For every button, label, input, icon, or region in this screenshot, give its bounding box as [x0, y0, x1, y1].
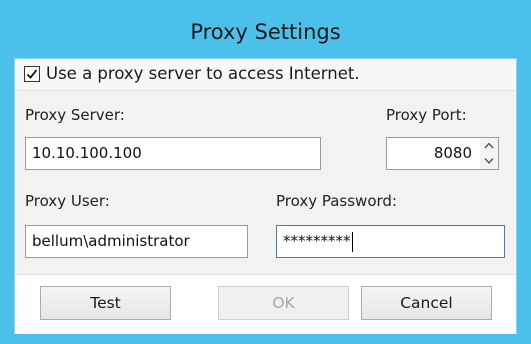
- proxy-port-label: Proxy Port:: [386, 106, 467, 124]
- use-proxy-row[interactable]: Use a proxy server to access Internet.: [15, 59, 516, 91]
- proxy-server-input[interactable]: 10.10.100.100: [25, 137, 321, 170]
- proxy-user-input[interactable]: bellum\administrator: [25, 225, 248, 258]
- chevron-up-icon: [484, 142, 494, 149]
- password-value: *********: [283, 232, 351, 250]
- dialog-title: Proxy Settings: [190, 20, 341, 44]
- proxy-settings-dialog: Proxy Settings Use a proxy server to acc…: [0, 0, 531, 344]
- proxy-server-label: Proxy Server:: [25, 106, 125, 124]
- proxy-password-input[interactable]: *********: [276, 225, 505, 258]
- chevron-down-icon: [484, 158, 494, 165]
- proxy-fields-panel: Proxy Server: 10.10.100.100 Proxy Port: …: [15, 91, 516, 274]
- spinner-up-button[interactable]: [480, 138, 498, 153]
- test-button[interactable]: Test: [40, 286, 171, 320]
- proxy-port-spinner: [480, 137, 499, 170]
- proxy-user-label: Proxy User:: [25, 192, 110, 210]
- dialog-content: Use a proxy server to access Internet. P…: [14, 58, 517, 334]
- use-proxy-label[interactable]: Use a proxy server to access Internet.: [46, 64, 360, 83]
- cancel-button[interactable]: Cancel: [361, 286, 492, 320]
- use-proxy-checkbox[interactable]: [24, 66, 40, 82]
- proxy-port-input[interactable]: 8080: [386, 137, 481, 170]
- checkmark-icon: [26, 69, 38, 79]
- button-row: Test OK Cancel: [15, 274, 516, 334]
- spinner-down-button[interactable]: [480, 154, 498, 169]
- text-caret: [351, 231, 353, 252]
- proxy-password-label: Proxy Password:: [276, 192, 397, 210]
- ok-button[interactable]: OK: [218, 286, 349, 320]
